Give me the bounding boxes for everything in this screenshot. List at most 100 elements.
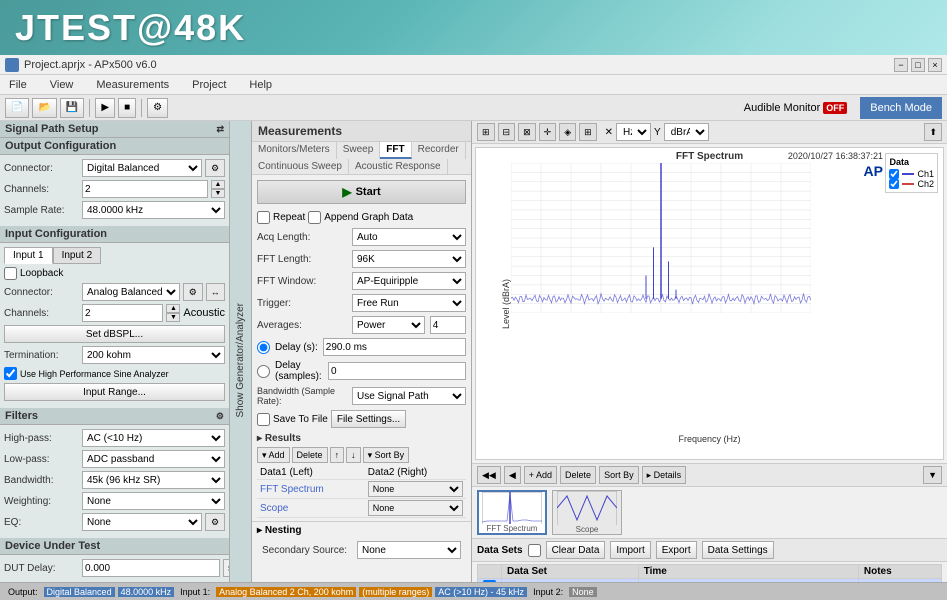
- sample-rate-select[interactable]: 48.0000 kHz: [82, 201, 225, 219]
- dut-delay-input[interactable]: [82, 559, 220, 577]
- bottom-delete-btn[interactable]: Delete: [560, 466, 596, 484]
- set-dbspl-btn[interactable]: Set dBSPL...: [4, 325, 225, 343]
- file-settings-btn[interactable]: File Settings...: [331, 410, 406, 428]
- highpass-select[interactable]: AC (<10 Hz): [82, 429, 225, 447]
- bottom-nav-2[interactable]: ◀: [504, 466, 521, 484]
- eq-settings-btn[interactable]: ⚙: [205, 513, 225, 531]
- settings-btn[interactable]: ⚙: [147, 98, 168, 118]
- maximize-btn[interactable]: □: [911, 58, 925, 72]
- data-sets-checkbox[interactable]: [528, 544, 541, 557]
- open-btn[interactable]: 📂: [32, 98, 56, 118]
- x-axis-select[interactable]: Hz: [616, 123, 651, 141]
- connector2-extra-btn[interactable]: ↔: [206, 283, 226, 301]
- bottom-sort-btn[interactable]: Sort By: [599, 466, 639, 484]
- channels-spinner[interactable]: ▲ ▼: [211, 180, 225, 198]
- delay-s-input[interactable]: [323, 338, 466, 356]
- lowpass-select[interactable]: ADC passband: [82, 450, 225, 468]
- filters-arrow[interactable]: ⚙: [216, 411, 224, 422]
- fft-length-select[interactable]: 96K: [352, 250, 466, 268]
- run-btn[interactable]: ▶: [95, 98, 115, 118]
- import-btn[interactable]: Import: [610, 541, 650, 559]
- fft-spectrum-row[interactable]: FFT Spectrum None: [257, 480, 466, 499]
- trigger-select[interactable]: Free Run: [352, 294, 466, 312]
- termination-select[interactable]: 200 kohm: [82, 346, 225, 364]
- fft-spectrum-select[interactable]: None: [368, 481, 463, 497]
- ch1-checkbox[interactable]: [889, 169, 899, 179]
- data-settings-btn[interactable]: Data Settings: [702, 541, 774, 559]
- close-btn[interactable]: ×: [928, 58, 942, 72]
- fft-window-select[interactable]: AP-Equiripple: [352, 272, 466, 290]
- new-btn[interactable]: 📄: [5, 98, 29, 118]
- results-up-btn[interactable]: ↑: [330, 447, 345, 463]
- fft-pan-btn[interactable]: ⊠: [518, 123, 536, 141]
- tab-fft[interactable]: FFT: [380, 142, 411, 159]
- fft-export-btn[interactable]: ⬆: [924, 123, 942, 141]
- bandwidth-select[interactable]: 45k (96 kHz SR): [82, 471, 225, 489]
- thumbnail-scope[interactable]: Scope: [552, 490, 622, 535]
- input-tabs[interactable]: Input 1 Input 2: [4, 247, 225, 264]
- dut-delay-unit[interactable]: s: [223, 559, 230, 577]
- window-controls[interactable]: − □ ×: [894, 58, 942, 72]
- connector2-select[interactable]: Analog Balanced: [82, 283, 180, 301]
- bottom-details-btn[interactable]: ▸ Details: [642, 466, 687, 484]
- bandwidth-sr-select[interactable]: Use Signal Path: [352, 387, 466, 405]
- connector-config-btn[interactable]: ⚙: [205, 159, 225, 177]
- y-axis-select[interactable]: dBrA: [664, 123, 709, 141]
- weighting-select[interactable]: None: [82, 492, 225, 510]
- filters-header[interactable]: Filters ⚙: [0, 408, 229, 425]
- tab-acoustic-response[interactable]: Acoustic Response: [349, 159, 448, 174]
- averages-type-select[interactable]: Power: [352, 316, 425, 334]
- clear-data-btn[interactable]: Clear Data: [546, 541, 606, 559]
- menu-measurements[interactable]: Measurements: [92, 77, 173, 93]
- show-generator-panel[interactable]: Show Generator/Analyzer: [230, 121, 252, 600]
- bench-mode-button[interactable]: Bench Mode: [860, 97, 942, 119]
- bottom-nav-1[interactable]: ◀◀: [477, 466, 501, 484]
- delay-samples-input[interactable]: [328, 362, 466, 380]
- channels2-spinner[interactable]: ▲ ▼: [166, 304, 180, 322]
- results-toolbar[interactable]: ▾ Add Delete ↑ ↓ ▾ Sort By: [257, 447, 466, 463]
- menu-help[interactable]: Help: [245, 77, 276, 93]
- bottom-collapse-btn[interactable]: ▼: [923, 466, 942, 484]
- stop-btn[interactable]: ■: [118, 98, 136, 118]
- channels2-up[interactable]: ▲: [166, 304, 180, 313]
- output-config-header[interactable]: Output Configuration: [0, 138, 229, 155]
- channels2-input[interactable]: [82, 304, 163, 322]
- results-delete-btn[interactable]: Delete: [292, 447, 328, 463]
- channels-up[interactable]: ▲: [211, 180, 225, 189]
- input-range-btn[interactable]: Input Range...: [4, 383, 225, 401]
- minimize-btn[interactable]: −: [894, 58, 908, 72]
- connector-select[interactable]: Digital Balanced: [82, 159, 202, 177]
- fft-spectrum-data1[interactable]: FFT Spectrum: [257, 480, 365, 499]
- dut-header[interactable]: Device Under Test: [0, 538, 229, 555]
- start-button[interactable]: ▶ Start: [257, 180, 466, 204]
- input-tab-2[interactable]: Input 2: [53, 247, 102, 264]
- measurements-tabs[interactable]: Monitors/Meters Sweep FFT Recorder Conti…: [252, 142, 471, 175]
- input-config-header[interactable]: Input Configuration: [0, 226, 229, 243]
- fft-zoom-btn[interactable]: ⊞: [477, 123, 495, 141]
- channels2-down[interactable]: ▼: [166, 313, 180, 322]
- channels-down[interactable]: ▼: [211, 189, 225, 198]
- secondary-source-select[interactable]: None: [357, 541, 461, 559]
- results-down-btn[interactable]: ↓: [346, 447, 361, 463]
- repeat-checkbox[interactable]: [257, 211, 270, 224]
- bottom-add-btn[interactable]: + Add: [524, 466, 557, 484]
- tab-monitors-meters[interactable]: Monitors/Meters: [252, 142, 337, 159]
- menu-file[interactable]: File: [5, 77, 31, 93]
- loopback-checkbox[interactable]: [4, 267, 17, 280]
- connector2-config-btn[interactable]: ⚙: [183, 283, 203, 301]
- averages-value-input[interactable]: [430, 316, 466, 334]
- scope-row[interactable]: Scope None: [257, 499, 466, 518]
- fft-cursor-btn[interactable]: ✛: [539, 123, 557, 141]
- eq-select[interactable]: None: [82, 513, 202, 531]
- high-perf-checkbox[interactable]: [4, 367, 17, 380]
- menu-view[interactable]: View: [46, 77, 78, 93]
- tab-continuous-sweep[interactable]: Continuous Sweep: [252, 159, 349, 174]
- menu-project[interactable]: Project: [188, 77, 230, 93]
- input-tab-1[interactable]: Input 1: [4, 247, 53, 264]
- tab-recorder[interactable]: Recorder: [412, 142, 466, 159]
- results-add-btn[interactable]: ▾ Add: [257, 447, 290, 463]
- acq-length-select[interactable]: Auto: [352, 228, 466, 246]
- channels-input[interactable]: [82, 180, 208, 198]
- save-to-file-checkbox[interactable]: [257, 413, 270, 426]
- tab-sweep[interactable]: Sweep: [337, 142, 381, 159]
